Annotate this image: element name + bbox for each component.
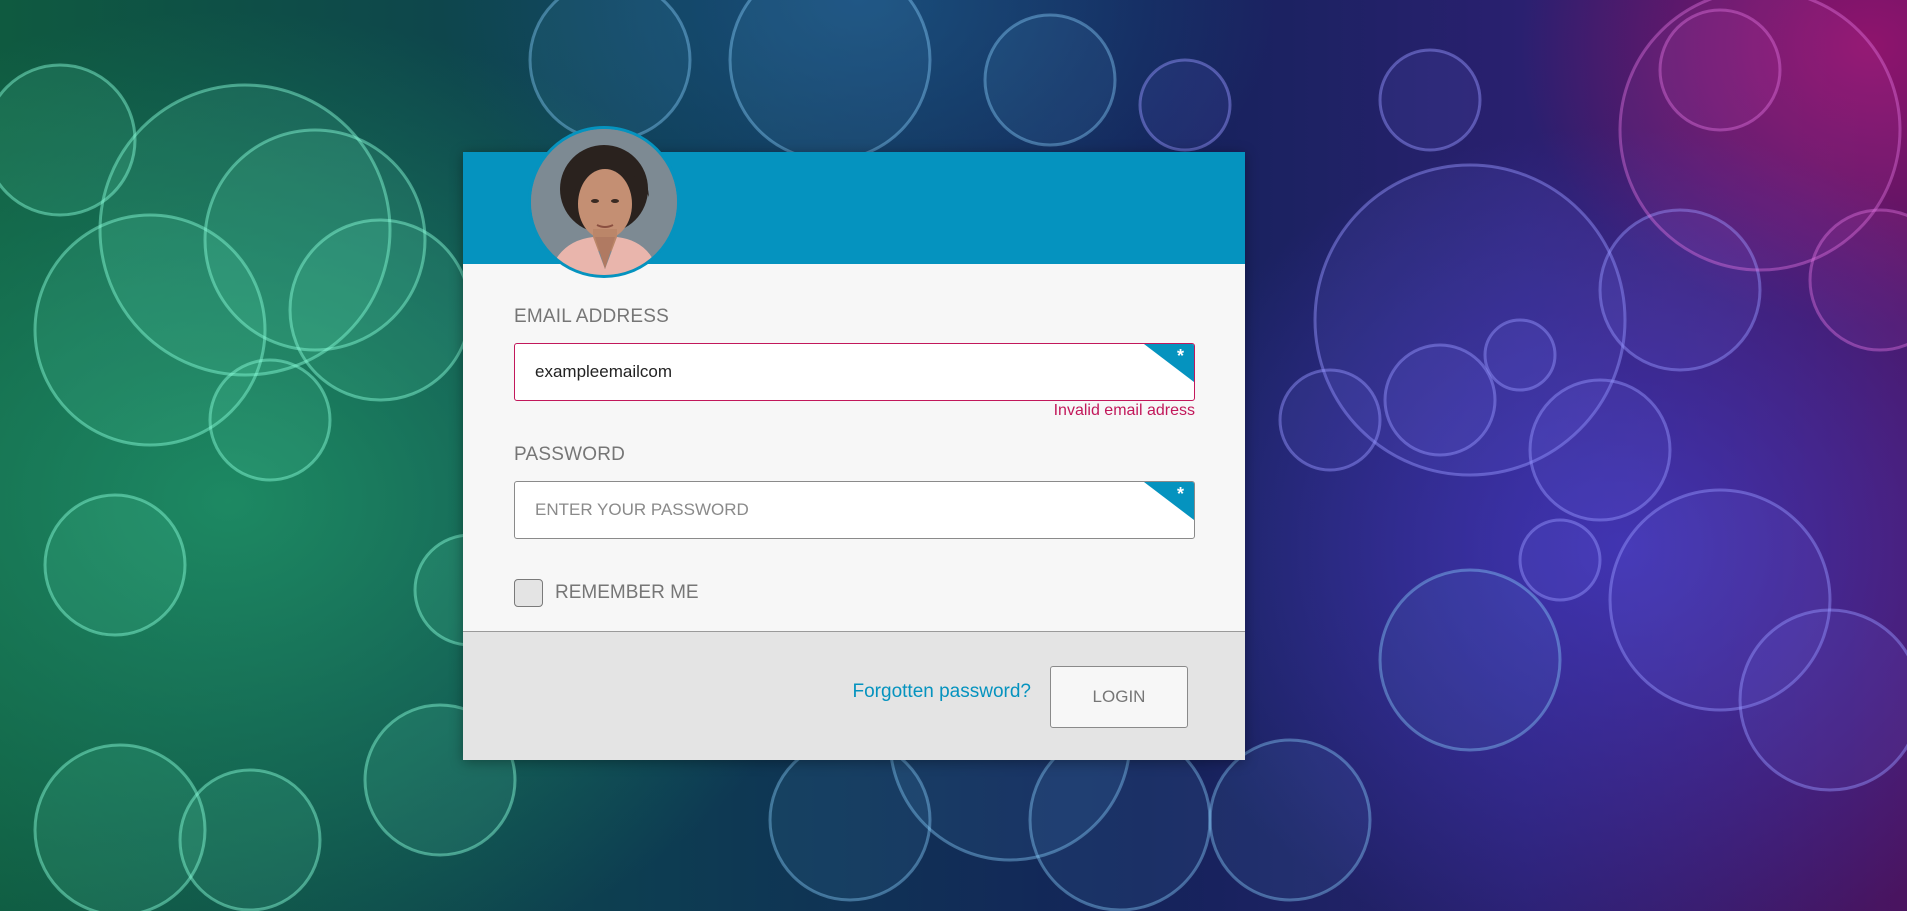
forgot-password-link[interactable]: Forgotten password?: [853, 681, 1032, 703]
required-corner-icon: [1144, 344, 1194, 382]
email-error-message: Invalid email adress: [1053, 402, 1195, 419]
required-asterisk-icon: *: [1176, 484, 1184, 504]
login-card: EMAIL ADDRESS * Invalid email adress PAS…: [463, 126, 1245, 760]
required-asterisk-icon: *: [1176, 346, 1184, 366]
password-input[interactable]: [515, 482, 1194, 538]
password-field-wrapper: *: [514, 481, 1195, 539]
user-avatar: [528, 126, 680, 278]
email-input[interactable]: [515, 344, 1194, 400]
avatar-photo-icon: [531, 129, 677, 275]
required-corner-icon: [1144, 482, 1194, 520]
remember-me-checkbox[interactable]: [514, 579, 543, 607]
card-footer: Forgotten password? LOGIN: [463, 631, 1245, 760]
email-field-wrapper: *: [514, 343, 1195, 401]
email-label: EMAIL ADDRESS: [514, 306, 669, 327]
password-label: PASSWORD: [514, 444, 626, 465]
remember-me-label[interactable]: REMEMBER ME: [555, 582, 699, 604]
login-button[interactable]: LOGIN: [1050, 666, 1188, 728]
